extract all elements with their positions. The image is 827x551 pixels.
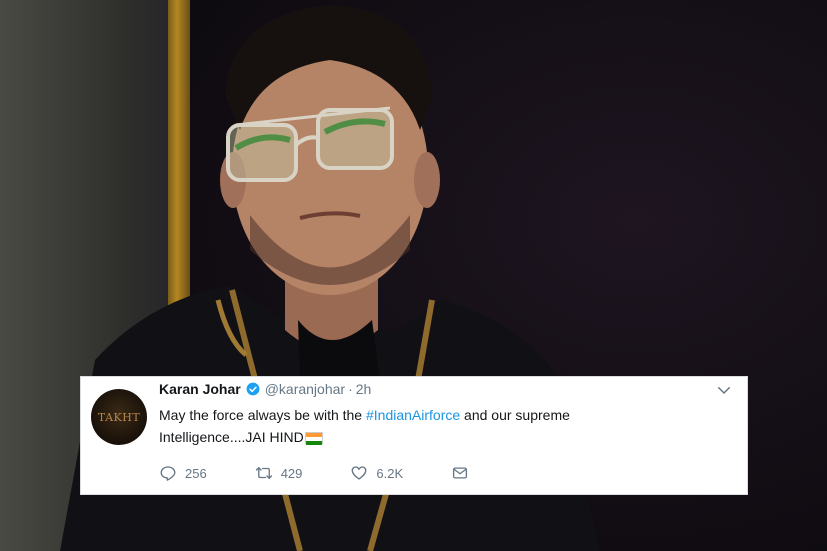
- tweet-header: Karan Johar @karanjohar · 2h: [159, 381, 371, 397]
- author-name[interactable]: Karan Johar: [159, 381, 241, 397]
- tweet-text-suffix: and our supreme: [460, 407, 570, 423]
- like-count: 6.2K: [376, 465, 404, 481]
- avatar-logo-text: TAKHT: [97, 410, 141, 424]
- author-handle[interactable]: @karanjohar: [265, 381, 345, 397]
- tweet-card[interactable]: TAKHT Karan Johar @karanjohar · 2h May t…: [80, 376, 748, 495]
- retweet-button[interactable]: 429: [255, 464, 303, 482]
- retweet-count: 429: [280, 465, 303, 481]
- reply-icon: [160, 466, 176, 481]
- like-button[interactable]: 6.2K: [350, 464, 403, 482]
- tweet-text-line2: Intelligence....JAI HIND: [159, 429, 304, 445]
- tweet-actions: 256 429 6.2K: [159, 463, 477, 483]
- avatar[interactable]: TAKHT: [91, 389, 147, 445]
- india-flag-icon: [304, 432, 323, 445]
- reply-count: 256: [185, 465, 207, 481]
- like-icon: [351, 466, 367, 480]
- direct-message-button[interactable]: [451, 464, 477, 482]
- tweet-text-prefix: May the force always be with the: [159, 407, 366, 423]
- retweet-icon: [255, 467, 272, 479]
- hashtag-link[interactable]: #IndianAirforce: [366, 407, 460, 423]
- separator-dot: ·: [348, 381, 353, 397]
- reply-button[interactable]: 256: [159, 464, 207, 482]
- verified-badge-icon: [246, 382, 260, 396]
- tweet-timestamp[interactable]: 2h: [356, 381, 372, 397]
- chevron-down-icon[interactable]: [715, 381, 733, 399]
- tweet-text: May the force always be with the #Indian…: [159, 404, 719, 448]
- direct-message-icon: [453, 467, 468, 479]
